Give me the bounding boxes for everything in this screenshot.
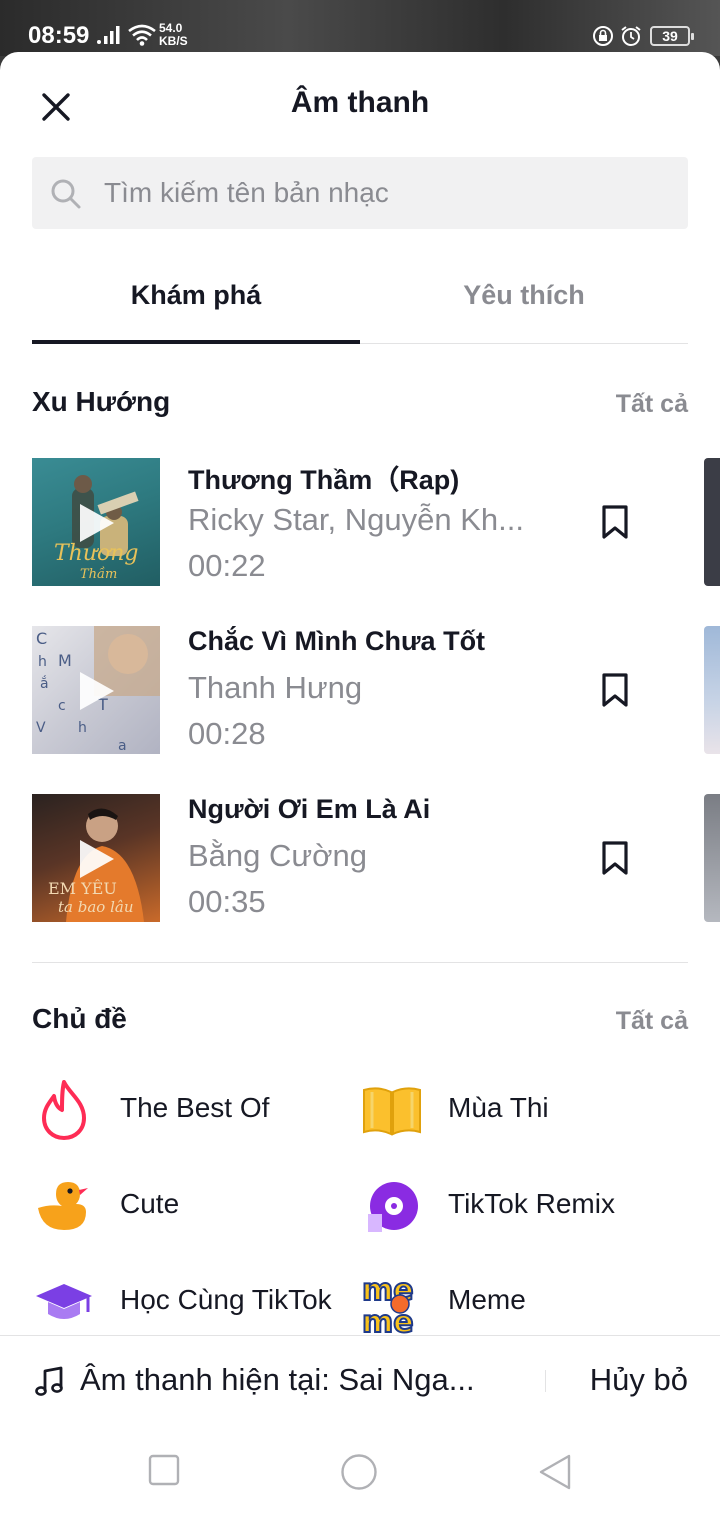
- track-item[interactable]: EM YÊU ta bao lâu Người Ơi Em Là Ai Bằng…: [32, 794, 720, 924]
- trending-see-all-link[interactable]: Tất cả: [616, 390, 688, 419]
- alarm-icon: [621, 26, 641, 46]
- track-title: Người Ơi Em Là Ai: [188, 794, 431, 824]
- play-icon: [80, 840, 114, 878]
- track-title: Thương Thầm（Rap): [188, 465, 460, 495]
- section-divider: [32, 962, 688, 963]
- tab-favorites[interactable]: Yêu thích: [360, 280, 688, 311]
- battery-indicator: 39: [650, 26, 694, 46]
- svg-text:EM YÊU: EM YÊU: [48, 878, 117, 898]
- search-icon: [51, 179, 81, 209]
- bookmark-icon[interactable]: [600, 672, 630, 708]
- track-cover[interactable]: Thương Thầm: [32, 458, 160, 586]
- search-bar[interactable]: [32, 157, 688, 229]
- sound-picker-sheet: Âm thanh Khám phá Yêu thích Xu Hướng Tất…: [0, 52, 720, 1520]
- vinyl-icon: [368, 1182, 418, 1232]
- track-item[interactable]: Thương Thầm Thương Thầm（Rap) Ricky Star,…: [32, 458, 720, 588]
- topic-item-the-best-of[interactable]: The Best Of: [32, 1078, 332, 1142]
- page-title: Âm thanh: [290, 86, 430, 119]
- topic-label: Meme: [448, 1284, 526, 1315]
- duck-icon: [38, 1182, 88, 1230]
- music-note-icon: [35, 1366, 63, 1396]
- recent-apps-icon[interactable]: [147, 1453, 181, 1487]
- svg-text:a: a: [118, 738, 127, 754]
- back-icon[interactable]: [538, 1453, 572, 1491]
- track-duration: 00:22: [188, 548, 266, 583]
- current-sound-bar: Âm thanh hiện tại: Sai Nga... Hủy bỏ: [0, 1335, 720, 1425]
- search-input[interactable]: [104, 157, 674, 229]
- topic-label: TikTok Remix: [448, 1188, 615, 1219]
- topic-item-meme[interactable]: me me Meme: [360, 1270, 680, 1334]
- svg-text:h: h: [78, 720, 87, 736]
- rotation-lock-icon: [593, 26, 613, 46]
- system-navigation-bar: [0, 1425, 720, 1520]
- topic-label: Cute: [120, 1188, 180, 1219]
- topic-item-tiktok-remix[interactable]: TikTok Remix: [360, 1174, 680, 1238]
- play-icon: [80, 504, 114, 542]
- track-duration: 00:28: [188, 716, 266, 751]
- track-title: Chắc Vì Mình Chưa Tốt: [188, 626, 486, 656]
- bookmark-icon[interactable]: [600, 504, 630, 540]
- meme-icon: me me: [360, 1270, 424, 1334]
- topics-see-all-link[interactable]: Tất cả: [616, 1007, 688, 1036]
- bottom-bar-separator: [545, 1370, 546, 1392]
- track-cover[interactable]: EM YÊU ta bao lâu: [32, 794, 160, 922]
- flame-icon: [42, 1080, 86, 1140]
- track-duration: 00:35: [188, 884, 266, 919]
- home-icon[interactable]: [340, 1453, 378, 1491]
- active-tab-indicator: [32, 340, 360, 344]
- svg-text:h: h: [38, 654, 47, 670]
- status-bar: 08:59 54.0 KB/S 39: [0, 0, 720, 56]
- track-artist: Thanh Hưng: [188, 670, 363, 705]
- svg-text:M: M: [58, 651, 72, 670]
- play-icon: [80, 672, 114, 710]
- svg-text:c: c: [58, 698, 66, 714]
- graduation-cap-icon: [36, 1284, 92, 1319]
- svg-text:C: C: [36, 629, 47, 648]
- side-thumbnail: [704, 458, 720, 586]
- side-thumbnail: [704, 626, 720, 754]
- topic-item-hoc-cung-tiktok[interactable]: Học Cùng TikTok: [32, 1270, 352, 1334]
- topic-item-cute[interactable]: Cute: [32, 1174, 332, 1238]
- side-thumbnail: [704, 794, 720, 922]
- cancel-button[interactable]: Hủy bỏ: [590, 1362, 688, 1398]
- svg-text:V: V: [36, 720, 46, 736]
- network-speed: 54.0 KB/S: [159, 21, 188, 48]
- track-cover[interactable]: C h M ắ c T V h a: [32, 626, 160, 754]
- topic-label: Mùa Thi: [448, 1092, 549, 1123]
- signal-icon: [97, 26, 120, 44]
- topic-label: Học Cùng TikTok: [120, 1284, 332, 1315]
- track-artist: Ricky Star, Nguyễn Kh...: [188, 502, 524, 537]
- svg-text:Thầm: Thầm: [80, 566, 117, 582]
- svg-text:ta bao lâu: ta bao lâu: [58, 898, 133, 916]
- tab-explore[interactable]: Khám phá: [32, 280, 360, 311]
- bookmark-icon[interactable]: [600, 840, 630, 876]
- track-item[interactable]: C h M ắ c T V h a Chắc Vì Mình Chưa Tốt …: [32, 626, 720, 756]
- topics-section-title: Chủ đề: [32, 1003, 127, 1034]
- topic-label: The Best Of: [120, 1092, 270, 1123]
- svg-text:Thương: Thương: [54, 541, 139, 566]
- status-time: 08:59: [28, 22, 90, 49]
- trending-section-title: Xu Hướng: [32, 386, 171, 417]
- svg-text:ắ: ắ: [40, 675, 49, 692]
- current-sound-label[interactable]: Âm thanh hiện tại: Sai Nga...: [80, 1362, 510, 1398]
- book-icon: [363, 1087, 421, 1136]
- track-artist: Bằng Cường: [188, 838, 367, 873]
- wifi-icon: [128, 24, 156, 46]
- topic-item-mua-thi[interactable]: Mùa Thi: [360, 1078, 680, 1142]
